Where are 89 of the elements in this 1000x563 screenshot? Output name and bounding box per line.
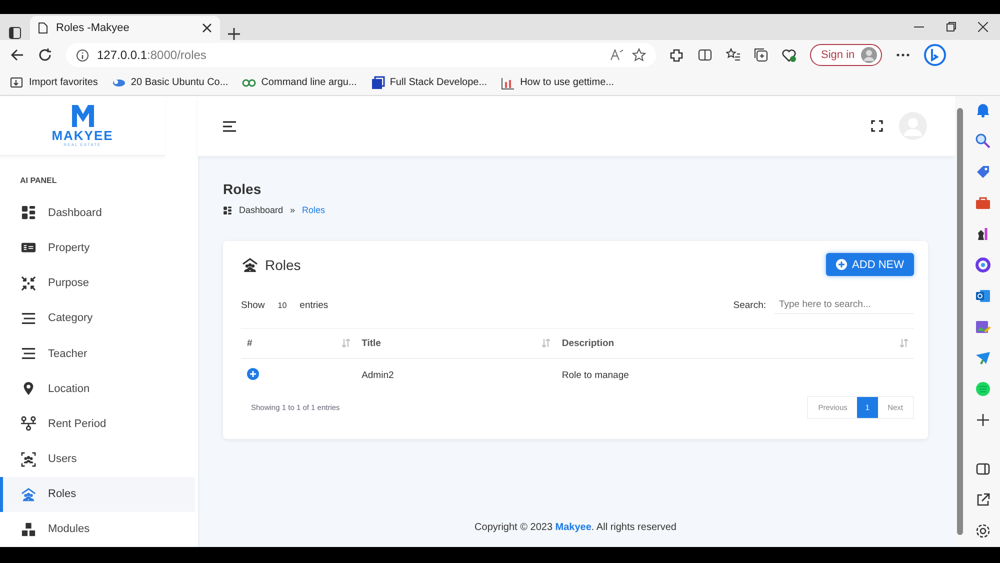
sidebar-item[interactable]: Property <box>0 230 195 266</box>
bookmark[interactable]: 20 Basic Ubuntu Co... <box>112 76 228 90</box>
back-icon[interactable] <box>10 48 24 62</box>
sidebar-item[interactable]: Dashboard <box>0 195 195 230</box>
sidebar-item[interactable]: Roles <box>0 476 195 512</box>
roles-icon <box>241 256 259 272</box>
read-aloud-icon[interactable] <box>610 49 624 61</box>
info-icon <box>76 48 89 62</box>
sidebar-item[interactable]: Teacher <box>0 336 195 372</box>
bell-icon[interactable] <box>974 102 990 118</box>
column-header[interactable]: Description <box>556 328 914 358</box>
favorite-icon[interactable] <box>632 48 646 62</box>
pin-icon <box>21 381 36 396</box>
modules-icon <box>21 522 36 537</box>
tab-actions-icon <box>8 26 22 40</box>
users-icon <box>21 452 36 467</box>
fullscreen-icon[interactable] <box>871 120 883 132</box>
sidebar-item[interactable]: Rent Period <box>0 406 195 442</box>
more-icon[interactable] <box>896 53 910 57</box>
column-header[interactable]: # <box>241 328 356 358</box>
show-label: Show <box>241 300 265 310</box>
add-new-button[interactable]: ADD NEW <box>826 253 914 276</box>
bookmark[interactable]: Import favorites <box>10 76 98 90</box>
sidebar-icon[interactable] <box>974 461 990 477</box>
tree-icon <box>21 416 36 432</box>
logo-text: MAKYEE <box>52 129 114 142</box>
health-icon[interactable] <box>782 48 796 62</box>
roles-icon <box>21 486 36 502</box>
sort-icon <box>342 339 350 348</box>
favorites-icon[interactable] <box>726 48 740 62</box>
plus-icon[interactable] <box>974 412 990 428</box>
lines-icon <box>21 346 36 362</box>
refresh-icon[interactable] <box>38 48 52 62</box>
send-icon[interactable] <box>974 350 990 366</box>
page-length-select[interactable]: 10 <box>272 298 292 312</box>
expand-row-icon[interactable] <box>247 368 259 380</box>
arrows-icon <box>21 276 36 291</box>
tag-icon[interactable] <box>974 164 990 180</box>
split-screen-icon[interactable] <box>698 48 712 62</box>
sort-icon <box>900 339 908 348</box>
url-host: 127.0.0.1 <box>97 48 148 62</box>
logo-icon <box>70 103 96 130</box>
grid-icon <box>21 205 36 220</box>
close-icon[interactable] <box>978 22 988 32</box>
page-icon <box>38 22 48 34</box>
sidebar-item[interactable]: Location <box>0 371 195 406</box>
copyright-text: Copyright © 2023 Makyee. All rights reserved <box>474 522 678 535</box>
sidebar-item[interactable]: Modules <box>0 512 195 547</box>
bookmark-icon <box>501 76 516 90</box>
sidebar-item[interactable]: Users <box>0 442 195 477</box>
card-title: Roles <box>265 256 301 272</box>
menu-icon[interactable] <box>223 120 236 132</box>
extensions-icon[interactable] <box>670 48 684 62</box>
sign-in-button[interactable]: Sign in <box>810 44 882 66</box>
external-link-icon[interactable] <box>974 492 990 508</box>
bookmark[interactable]: Command line argu... <box>242 76 357 90</box>
restore-icon[interactable] <box>946 22 956 32</box>
url-path: :8000/roles <box>147 48 206 62</box>
entries-label: entries <box>300 300 328 310</box>
lines-icon <box>21 310 36 326</box>
breadcrumb-link[interactable]: Dashboard <box>239 205 284 215</box>
page-title: Roles <box>223 181 262 197</box>
circle-logo-icon[interactable] <box>974 257 990 273</box>
dashboard-icon <box>223 206 232 214</box>
plus-circle-icon <box>836 259 848 270</box>
toolbox-icon[interactable] <box>974 195 990 211</box>
search-label: Search: <box>733 300 766 310</box>
column-header[interactable]: Title <box>356 328 556 358</box>
search-icon[interactable] <box>974 133 990 149</box>
address-bar[interactable]: 127.0.0.1:8000/roles <box>66 43 656 67</box>
new-tab-icon[interactable] <box>228 28 240 40</box>
bookmark-icon <box>370 76 385 90</box>
bookmark[interactable]: How to use gettime... <box>501 76 614 90</box>
settings-icon[interactable] <box>974 523 990 539</box>
avatar-icon <box>860 47 877 63</box>
close-icon[interactable] <box>202 23 212 33</box>
browser-tab[interactable]: Roles -Makyee <box>30 16 220 40</box>
collections-icon[interactable] <box>754 48 768 62</box>
table-cell: Admin2 <box>356 358 556 392</box>
bookmark[interactable]: Full Stack Develope... <box>370 76 488 90</box>
section-label: AI PANEL <box>19 174 58 187</box>
mail-icon[interactable] <box>974 288 990 304</box>
sort-icon <box>542 339 550 348</box>
bookmark-icon <box>10 76 24 90</box>
table-cell: Role to manage <box>556 358 914 392</box>
breadcrumb-separator: » <box>290 205 296 215</box>
sidebar-item[interactable]: Category <box>0 300 195 336</box>
sidebar-item[interactable]: Purpose <box>0 266 195 301</box>
image-edit-icon[interactable] <box>974 319 990 335</box>
